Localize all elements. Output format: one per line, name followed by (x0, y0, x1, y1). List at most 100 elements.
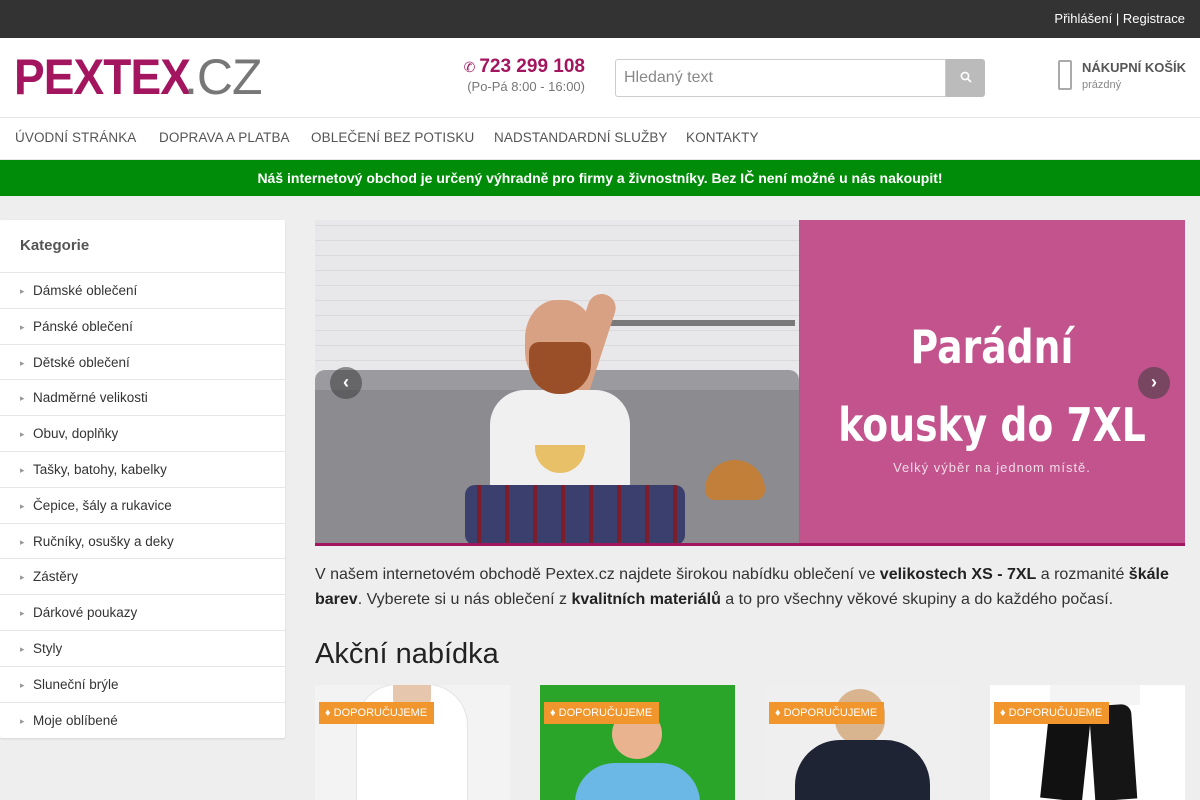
section-title-offers: Akční nabídka (315, 638, 499, 670)
chevron-right-icon: ▸ (20, 643, 25, 654)
chevron-right-icon: ▸ (20, 715, 25, 726)
sidebar-item-label: Styly (33, 640, 63, 656)
intro-text-1: V našem internetovém obchodě Pextex.cz n… (315, 566, 880, 583)
promo-headline-line1: Parádní (910, 320, 1074, 374)
sidebar-item-label: Čepice, šály a rukavice (33, 497, 172, 513)
chevron-right-icon: ▸ (20, 429, 25, 440)
product-figure (575, 763, 700, 800)
sidebar-item-vouchers[interactable]: ▸ Dárkové poukazy (0, 595, 285, 631)
photo-person (445, 280, 695, 543)
recommend-badge: ♦ DOPORUČUJEME (994, 702, 1110, 724)
badge-label: DOPORUČUJEME (333, 707, 428, 719)
intro-text-2: a rozmanité (1036, 566, 1129, 583)
category-sidebar: Kategorie ▸ Dámské oblečení ▸ Pánské obleč… (0, 220, 285, 738)
business-notice: Náš internetový obchod je určený výhradn… (0, 160, 1200, 196)
recommend-badge: ♦ DOPORUČUJEME (319, 702, 435, 724)
thumb-icon: ♦ (775, 707, 784, 719)
thumb-icon: ♦ (1000, 707, 1009, 719)
login-link[interactable]: Přihlášení (1054, 11, 1112, 26)
promo-headline: Parádní kousky do 7XL (834, 308, 1151, 464)
sidebar-item-shoes[interactable]: ▸ Obuv, doplňky (0, 416, 285, 452)
nav-item-services[interactable]: NADSTANDARDNÍ SLUŽBY (494, 130, 668, 145)
sidebar-item-aprons[interactable]: ▸ Zástěry (0, 559, 285, 596)
sidebar-item-label: Pánské oblečení (33, 318, 133, 334)
search-input[interactable] (615, 59, 946, 97)
chevron-right-icon: ▸ (20, 536, 25, 547)
sidebar-item-label: Ručníky, osušky a deky (33, 533, 174, 549)
chevron-right-icon: ▸ (20, 464, 25, 475)
product-card[interactable]: ♦ DOPORUČUJEME (765, 685, 960, 800)
phone-number-row[interactable]: ✆ 723 299 108 (440, 56, 585, 78)
product-card[interactable]: ♦ DOPORUČUJEME (315, 685, 510, 800)
hero-promo[interactable]: Parádní kousky do 7XL Velký výběr na jed… (799, 220, 1185, 543)
intro-bold-materials: kvalitních materiálů (571, 591, 721, 608)
sidebar-item-plus-sizes[interactable]: ▸ Nadměrné velikosti (0, 380, 285, 417)
auth-links: Přihlášení | Registrace (1054, 11, 1185, 26)
search-button[interactable] (946, 59, 985, 97)
hero-slider: Parádní kousky do 7XL Velký výběr na jed… (315, 220, 1185, 546)
sidebar-item-mens[interactable]: ▸ Pánské oblečení (0, 309, 285, 345)
cart-title: NÁKUPNÍ KOŠÍK (1082, 60, 1187, 75)
photo-legs (465, 485, 685, 543)
intro-text-3: . Vyberete si u nás oblečení z (357, 591, 572, 608)
sidebar-item-label: Dámské oblečení (33, 283, 138, 298)
nav-item-contacts[interactable]: KONTAKTY (686, 130, 759, 145)
nav-item-shipping[interactable]: DOPRAVA A PLATBA (159, 130, 290, 145)
promo-headline-line2: kousky do 7XL (838, 398, 1146, 452)
chevron-left-icon: ‹ (343, 372, 349, 392)
chevron-right-icon: ▸ (20, 679, 25, 690)
register-link[interactable]: Registrace (1123, 11, 1185, 26)
chevron-right-icon: ▸ (20, 608, 25, 619)
top-bar: Přihlášení | Registrace (0, 0, 1200, 38)
main-nav: ÚVODNÍ STRÁNKA DOPRAVA A PLATBA OBLEČENÍ… (0, 118, 1200, 160)
sidebar-item-bags[interactable]: ▸ Tašky, batohy, kabelky (0, 452, 285, 488)
product-card[interactable]: ♦ DOPORUČUJEME (540, 685, 735, 800)
sidebar-item-favorites[interactable]: ▸ Moje oblíbené (0, 703, 285, 739)
cart-state: prázdný (1082, 79, 1122, 91)
badge-label: DOPORUČUJEME (1008, 707, 1103, 719)
chevron-right-icon: ▸ (20, 321, 25, 332)
recommend-badge: ♦ DOPORUČUJEME (769, 702, 885, 724)
thumb-icon: ♦ (550, 707, 559, 719)
logo-tld: .CZ (184, 49, 263, 105)
site-header: PEXTEX .CZ ✆ 723 299 108 (Po-Pá 8:00 - 16:… (0, 38, 1200, 118)
chevron-right-icon: ▸ (20, 357, 25, 368)
slider-next-button[interactable]: › (1138, 367, 1170, 399)
sidebar-item-label: Dárkové poukazy (33, 605, 138, 621)
intro-text-4: a to pro všechny věkové skupiny a do kaž… (720, 591, 1114, 608)
promo-subline: Velký výběr na jednom místě. (893, 460, 1091, 475)
sidebar-item-label: Sluneční brýle (33, 676, 119, 692)
sidebar-item-womens[interactable]: ▸ Dámské oblečení (0, 273, 285, 309)
sidebar-item-kids[interactable]: ▸ Dětské oblečení (0, 345, 285, 381)
opening-hours: (Po-Pá 8:00 - 16:00) (467, 79, 585, 94)
chevron-right-icon: ▸ (20, 393, 25, 404)
cart-widget[interactable]: NÁKUPNÍ KOŠÍK prázdný (1058, 58, 1193, 98)
sidebar-title: Kategorie (0, 220, 285, 273)
thumb-icon: ♦ (325, 707, 334, 719)
badge-label: DOPORUČUJEME (558, 707, 653, 719)
hero-photo (315, 220, 799, 543)
search-icon (960, 71, 972, 83)
sidebar-item-styles[interactable]: ▸ Styly (0, 631, 285, 667)
slider-prev-button[interactable]: ‹ (330, 367, 362, 399)
logo-brand: PEXTEX (14, 49, 191, 105)
site-logo[interactable]: PEXTEX .CZ (14, 49, 263, 105)
cart-icon (1058, 60, 1072, 90)
sidebar-item-sunglasses[interactable]: ▸ Sluneční brýle (0, 667, 285, 703)
chevron-right-icon: › (1151, 372, 1157, 392)
auth-separator: | (1115, 11, 1120, 26)
nav-item-blank-clothing[interactable]: OBLEČENÍ BEZ POTISKU (311, 130, 474, 145)
intro-text: V našem internetovém obchodě Pextex.cz n… (315, 562, 1185, 612)
nav-item-home[interactable]: ÚVODNÍ STRÁNKA (15, 130, 136, 145)
sidebar-item-label: Zástěry (33, 569, 79, 585)
recommend-badge: ♦ DOPORUČUJEME (544, 702, 660, 724)
sidebar-item-label: Tašky, batohy, kabelky (33, 461, 167, 477)
product-figure (795, 740, 930, 800)
sidebar-item-hats[interactable]: ▸ Čepice, šály a rukavice (0, 488, 285, 524)
chevron-right-icon: ▸ (20, 286, 25, 296)
product-card[interactable]: ♦ DOPORUČUJEME (990, 685, 1185, 800)
sidebar-item-towels[interactable]: ▸ Ručníky, osušky a deky (0, 524, 285, 560)
phone-number: 723 299 108 (479, 56, 585, 77)
sidebar-item-label: Dětské oblečení (33, 354, 130, 370)
sidebar-item-label: Moje oblíbené (33, 712, 118, 728)
